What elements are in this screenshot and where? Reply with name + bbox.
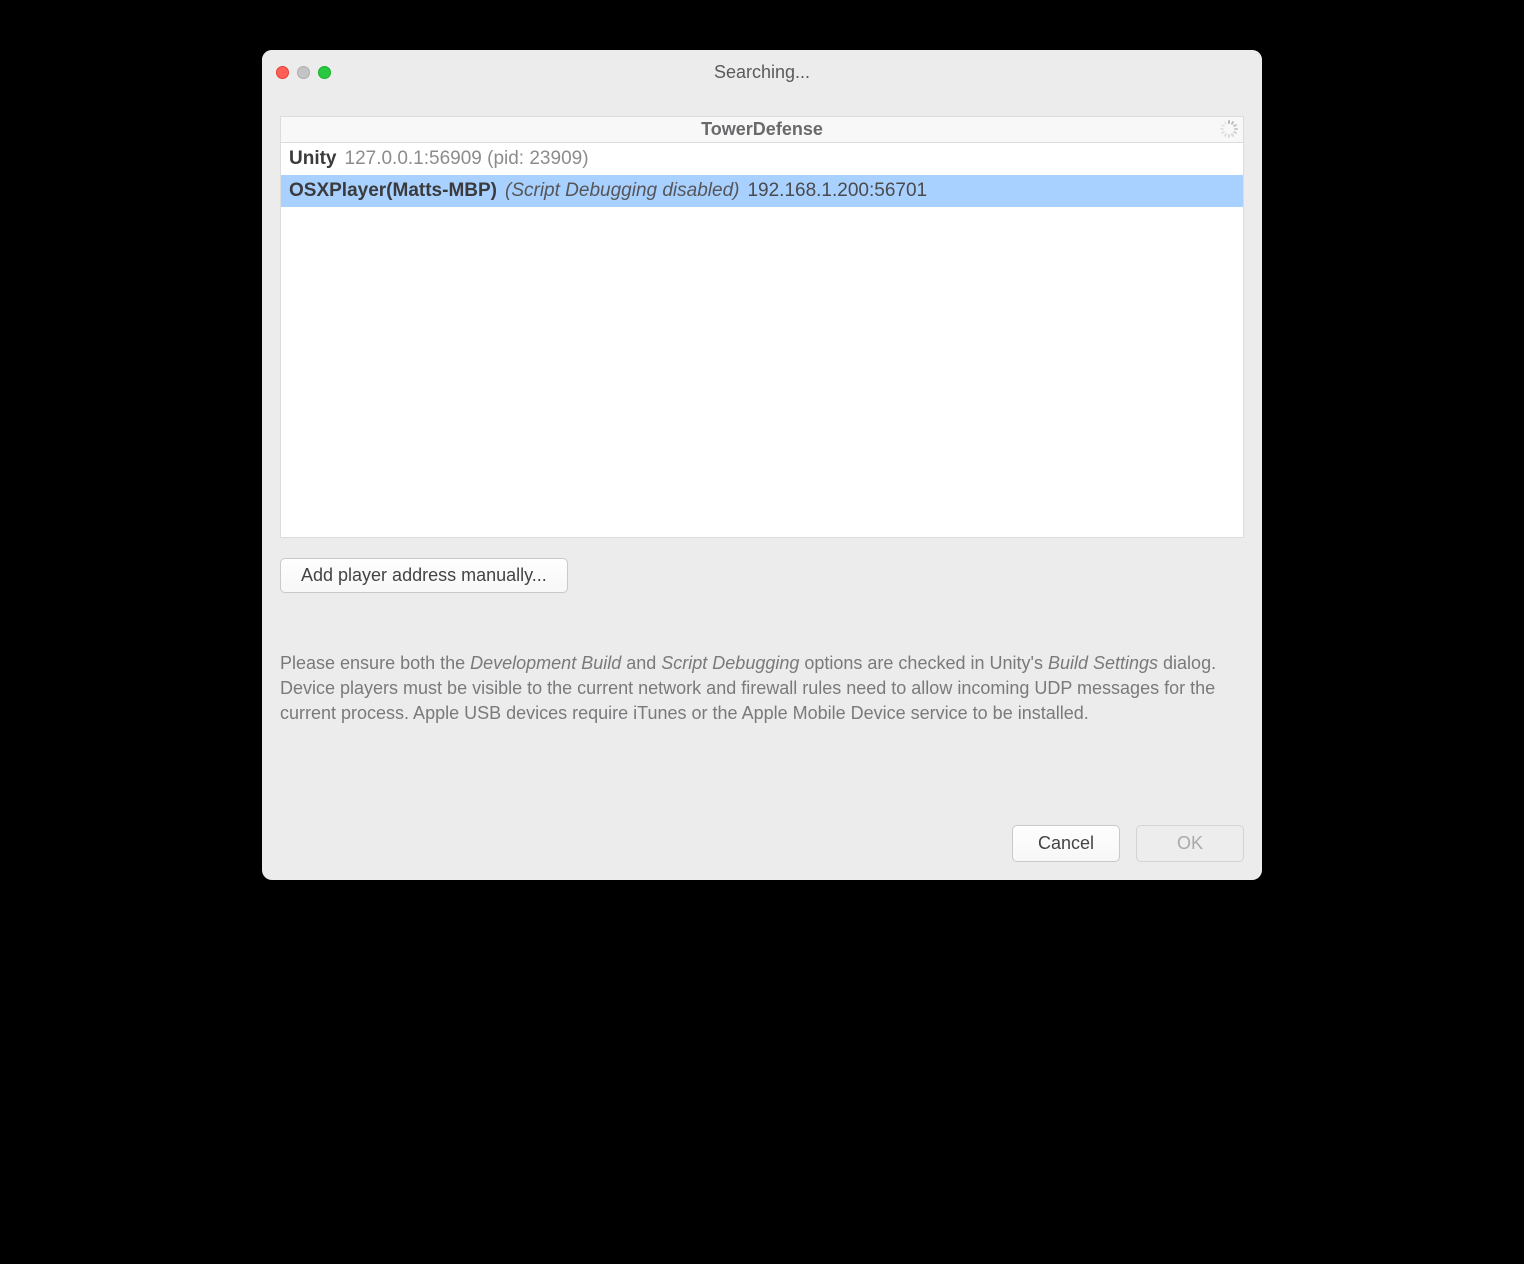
list-item[interactable]: OSXPlayer(Matts-MBP) (Script Debugging d…: [281, 175, 1243, 207]
dialog-content: TowerDefense: [262, 94, 1262, 880]
player-name: OSXPlayer(Matts-MBP): [289, 180, 497, 202]
minimize-icon: [297, 66, 310, 79]
player-name: Unity: [289, 148, 337, 170]
player-address: 127.0.0.1:56909 (pid: 23909): [345, 148, 589, 170]
help-italic: Script Debugging: [661, 653, 799, 673]
player-group: TowerDefense: [280, 116, 1244, 538]
player-note: (Script Debugging disabled): [505, 180, 739, 202]
window-controls: [276, 66, 331, 79]
loading-spinner-icon: [1219, 119, 1239, 139]
close-icon[interactable]: [276, 66, 289, 79]
dialog-window: Searching... TowerDefense: [262, 50, 1262, 880]
help-italic: Development Build: [470, 653, 621, 673]
help-segment: options are checked in Unity's: [799, 653, 1048, 673]
add-player-manually-button[interactable]: Add player address manually...: [280, 558, 568, 593]
help-text: Please ensure both the Development Build…: [280, 651, 1240, 727]
dialog-buttons: Cancel OK: [280, 805, 1244, 862]
help-italic: Build Settings: [1048, 653, 1158, 673]
help-segment: Please ensure both the: [280, 653, 470, 673]
list-item[interactable]: Unity 127.0.0.1:56909 (pid: 23909): [281, 143, 1243, 175]
help-segment: and: [621, 653, 661, 673]
cancel-button[interactable]: Cancel: [1012, 825, 1120, 862]
player-list[interactable]: Unity 127.0.0.1:56909 (pid: 23909) OSXPl…: [281, 143, 1243, 537]
window-title: Searching...: [262, 62, 1262, 83]
group-title: TowerDefense: [701, 119, 823, 140]
maximize-icon[interactable]: [318, 66, 331, 79]
ok-button: OK: [1136, 825, 1244, 862]
group-header: TowerDefense: [281, 117, 1243, 143]
below-list: Add player address manually...: [280, 558, 1244, 593]
titlebar: Searching...: [262, 50, 1262, 94]
player-address: 192.168.1.200:56701: [747, 180, 927, 202]
